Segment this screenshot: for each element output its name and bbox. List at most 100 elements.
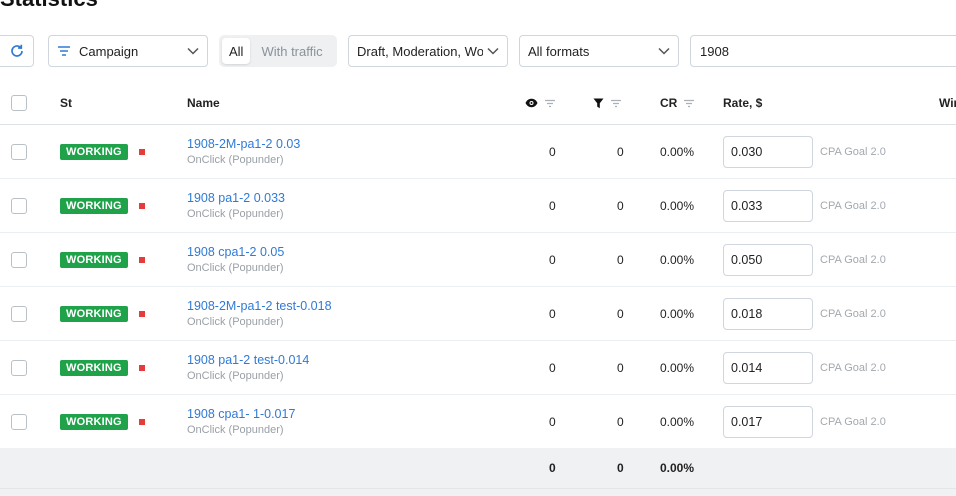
refresh-icon xyxy=(10,44,23,57)
impressions-value: 0 xyxy=(549,414,556,429)
row-checkbox[interactable] xyxy=(11,395,27,448)
column-cr[interactable]: CR xyxy=(660,82,695,124)
table-row[interactable]: WORKING 1908-2M-pa1-2 0.03 OnClick (Popund… xyxy=(0,125,956,179)
status-badge: WORKING xyxy=(60,197,128,214)
campaign-name-link[interactable]: 1908 cpa1-2 0.05 xyxy=(187,245,284,259)
column-name[interactable]: Name xyxy=(187,82,220,124)
rate-cell xyxy=(723,287,813,340)
cr-value: 0.00% xyxy=(660,306,695,321)
column-next[interactable]: Win xyxy=(939,82,956,124)
goal-text: CPA Goal 2.0 xyxy=(820,415,886,428)
campaign-name-link[interactable]: 1908 pa1-2 test-0.014 xyxy=(187,353,309,367)
goal-text: CPA Goal 2.0 xyxy=(820,145,886,158)
sort-lines-icon xyxy=(57,45,71,57)
campaign-format: OnClick (Popunder) xyxy=(187,208,284,220)
status-cell: WORKING xyxy=(60,233,145,286)
rate-input[interactable] xyxy=(723,351,813,384)
status-badge: WORKING xyxy=(60,251,128,268)
name-cell: 1908-2M-pa1-2 0.03 OnClick (Popunder) xyxy=(187,125,300,178)
status-indicator xyxy=(138,418,145,425)
toggle-with-traffic[interactable]: With traffic xyxy=(254,38,329,64)
rate-input[interactable] xyxy=(723,189,813,222)
column-impressions[interactable] xyxy=(525,82,556,124)
row-checkbox[interactable] xyxy=(11,125,27,178)
table-totals-row: 0 0 0.00% xyxy=(0,448,956,488)
name-cell: 1908 cpa1-2 0.05 OnClick (Popunder) xyxy=(187,233,284,286)
table-row[interactable]: WORKING 1908 cpa1-2 0.05 OnClick (Popunder… xyxy=(0,233,956,287)
campaign-select[interactable]: Campaign xyxy=(48,35,208,67)
chevron-down-icon xyxy=(654,47,670,55)
row-checkbox[interactable] xyxy=(11,233,27,286)
format-select[interactable]: All formats xyxy=(519,35,679,67)
rate-cell xyxy=(723,125,813,178)
goal-label: CPA Goal 2.0 xyxy=(820,287,886,340)
table-row[interactable]: WORKING 1908-2M-pa1-2 test-0.018 OnClick (… xyxy=(0,287,956,341)
impressions-value: 0 xyxy=(549,360,556,375)
search-input[interactable] xyxy=(690,35,956,67)
campaign-format: OnClick (Popunder) xyxy=(187,262,284,274)
cr-value: 0.00% xyxy=(660,144,695,159)
cr-value: 0.00% xyxy=(660,360,695,375)
page-title: Statistics xyxy=(0,0,98,12)
status-indicator xyxy=(138,364,145,371)
campaign-name-link[interactable]: 1908 pa1-2 0.033 xyxy=(187,191,285,205)
column-status[interactable]: St xyxy=(60,82,72,124)
eye-icon xyxy=(525,98,538,108)
rate-cell xyxy=(723,179,813,232)
row-checkbox[interactable] xyxy=(11,287,27,340)
campaign-name-link[interactable]: 1908 cpa1- 1-0.017 xyxy=(187,407,295,421)
name-cell: 1908 pa1-2 test-0.014 OnClick (Popunder) xyxy=(187,341,309,394)
rate-input[interactable] xyxy=(723,135,813,168)
status-badge: WORKING xyxy=(60,143,128,160)
row-checkbox[interactable] xyxy=(11,341,27,394)
name-cell: 1908-2M-pa1-2 test-0.018 OnClick (Popunde… xyxy=(187,287,332,340)
rate-input[interactable] xyxy=(723,405,813,438)
table-row[interactable]: WORKING 1908 cpa1- 1-0.017 OnClick (Popund… xyxy=(0,395,956,449)
total-impressions: 0 xyxy=(549,461,556,475)
chevron-down-icon xyxy=(183,47,199,55)
refresh-button[interactable] xyxy=(0,35,34,67)
status-badge: WORKING xyxy=(60,305,128,322)
impressions-value: 0 xyxy=(549,144,556,159)
goal-text: CPA Goal 2.0 xyxy=(820,361,886,374)
toggle-all[interactable]: All xyxy=(222,38,251,64)
chevron-down-icon xyxy=(483,47,499,55)
status-cell: WORKING xyxy=(60,179,145,232)
horizontal-scrollbar[interactable] xyxy=(0,488,956,496)
status-select[interactable]: Draft, Moderation, Wo xyxy=(348,35,508,67)
goal-label: CPA Goal 2.0 xyxy=(820,233,886,286)
sort-icon[interactable] xyxy=(683,99,695,108)
conversions-value: 0 xyxy=(617,306,624,321)
rate-input[interactable] xyxy=(723,297,813,330)
status-cell: WORKING xyxy=(60,125,145,178)
conversions-value: 0 xyxy=(617,198,624,213)
column-rate[interactable]: Rate, $ xyxy=(723,82,762,124)
cr-value: 0.00% xyxy=(660,252,695,267)
rate-input[interactable] xyxy=(723,243,813,276)
goal-label: CPA Goal 2.0 xyxy=(820,341,886,394)
conversions-value: 0 xyxy=(617,360,624,375)
impressions-value: 0 xyxy=(549,252,556,267)
campaign-format: OnClick (Popunder) xyxy=(187,154,284,166)
status-cell: WORKING xyxy=(60,287,145,340)
select-all-checkbox[interactable] xyxy=(11,82,27,124)
conversions-value: 0 xyxy=(617,414,624,429)
goal-text: CPA Goal 2.0 xyxy=(820,307,886,320)
rate-cell xyxy=(723,341,813,394)
campaign-name-link[interactable]: 1908-2M-pa1-2 test-0.018 xyxy=(187,299,332,313)
row-checkbox[interactable] xyxy=(11,179,27,232)
table-row[interactable]: WORKING 1908 pa1-2 0.033 OnClick (Popunder… xyxy=(0,179,956,233)
sort-icon[interactable] xyxy=(610,99,622,108)
goal-label: CPA Goal 2.0 xyxy=(820,179,886,232)
table-row[interactable]: WORKING 1908 pa1-2 test-0.014 OnClick (Pop… xyxy=(0,341,956,395)
funnel-icon xyxy=(593,98,604,108)
campaign-name-link[interactable]: 1908-2M-pa1-2 0.03 xyxy=(187,137,300,151)
campaign-format: OnClick (Popunder) xyxy=(187,316,284,328)
conversions-value: 0 xyxy=(617,252,624,267)
sort-icon[interactable] xyxy=(544,99,556,108)
campaign-format: OnClick (Popunder) xyxy=(187,370,284,382)
column-conversions[interactable] xyxy=(593,82,622,124)
goal-text: CPA Goal 2.0 xyxy=(820,253,886,266)
traffic-toggle: All With traffic xyxy=(219,35,337,67)
status-badge: WORKING xyxy=(60,359,128,376)
